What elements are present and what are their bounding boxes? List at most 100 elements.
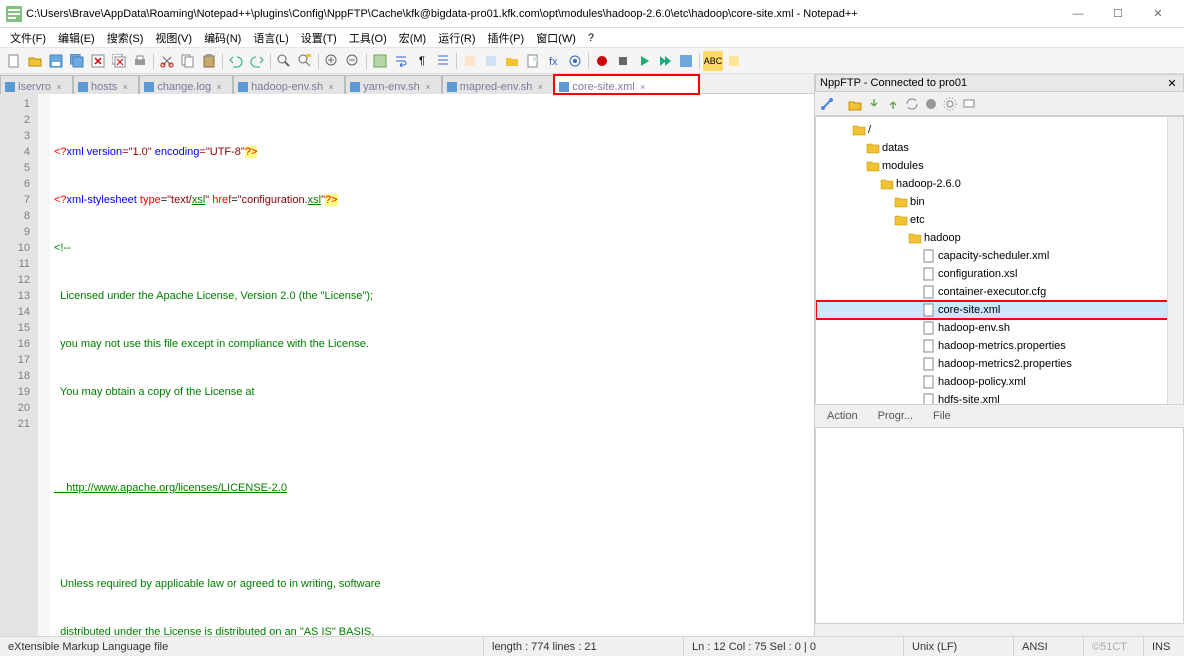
- doc-map-icon[interactable]: [523, 51, 543, 71]
- panel-close-icon[interactable]: ✕: [1165, 77, 1179, 90]
- print-icon[interactable]: [130, 51, 150, 71]
- open-file-icon[interactable]: [25, 51, 45, 71]
- tree-file[interactable]: capacity-scheduler.xml: [816, 247, 1183, 265]
- menu-item[interactable]: 设置(T): [295, 28, 343, 48]
- tree-file[interactable]: container-executor.cfg: [816, 283, 1183, 301]
- tb-icon-last[interactable]: [724, 51, 744, 71]
- file-tab[interactable]: change.log×: [139, 75, 233, 94]
- tree-file[interactable]: core-site.xml: [816, 301, 1183, 319]
- save-macro-icon[interactable]: [676, 51, 696, 71]
- tree-file[interactable]: hdfs-site.xml: [816, 391, 1183, 405]
- tree-file[interactable]: hadoop-metrics2.properties: [816, 355, 1183, 373]
- status-ins: INS: [1144, 637, 1184, 656]
- tab-close-icon[interactable]: ×: [326, 82, 336, 92]
- tab-file[interactable]: File: [927, 408, 957, 427]
- tab-close-icon[interactable]: ×: [120, 82, 130, 92]
- zoom-in-icon[interactable]: [322, 51, 342, 71]
- play-multi-icon[interactable]: [655, 51, 675, 71]
- zoom-out-icon[interactable]: [343, 51, 363, 71]
- replace-icon[interactable]: [295, 51, 315, 71]
- menu-item[interactable]: 搜索(S): [101, 28, 150, 48]
- func-list-icon[interactable]: fx: [544, 51, 564, 71]
- save-icon[interactable]: [46, 51, 66, 71]
- tree-folder[interactable]: etc: [816, 211, 1183, 229]
- tab-close-icon[interactable]: ×: [535, 82, 545, 92]
- menu-item[interactable]: 插件(P): [482, 28, 531, 48]
- stop-macro-icon[interactable]: [613, 51, 633, 71]
- save-all-icon[interactable]: [67, 51, 87, 71]
- close-all-icon[interactable]: [109, 51, 129, 71]
- file-tab[interactable]: core-site.xml ×: [554, 75, 698, 94]
- download-icon[interactable]: [866, 96, 882, 112]
- tree-folder[interactable]: hadoop-2.6.0: [816, 175, 1183, 193]
- menu-item[interactable]: 语言(L): [247, 28, 294, 48]
- tree-folder[interactable]: bin: [816, 193, 1183, 211]
- file-tab[interactable]: hadoop-env.sh×: [233, 75, 345, 94]
- tab-close-icon[interactable]: ×: [214, 82, 224, 92]
- find-icon[interactable]: [274, 51, 294, 71]
- maximize-button[interactable]: ☐: [1098, 1, 1138, 27]
- wordwrap-icon[interactable]: [391, 51, 411, 71]
- menu-item[interactable]: 视图(V): [149, 28, 198, 48]
- menu-item[interactable]: 运行(R): [432, 28, 481, 48]
- play-macro-icon[interactable]: [634, 51, 654, 71]
- tb-icon-5[interactable]: [460, 51, 480, 71]
- code-editor[interactable]: <?xml version="1.0" encoding="UTF-8"?> <…: [38, 94, 814, 636]
- folder-icon[interactable]: [502, 51, 522, 71]
- minimize-button[interactable]: —: [1058, 1, 1098, 27]
- menu-item[interactable]: 编码(N): [198, 28, 247, 48]
- watermark: ©51CT: [1084, 637, 1144, 656]
- menu-item[interactable]: 宏(M): [393, 28, 433, 48]
- tree-folder[interactable]: hadoop: [816, 229, 1183, 247]
- cut-icon[interactable]: [157, 51, 177, 71]
- tab-close-icon[interactable]: ×: [54, 82, 64, 92]
- tree-file[interactable]: configuration.xsl: [816, 265, 1183, 283]
- showall-icon[interactable]: ¶: [412, 51, 432, 71]
- close-button[interactable]: ✕: [1138, 1, 1178, 27]
- messages-icon[interactable]: [961, 96, 977, 112]
- tree-folder[interactable]: datas: [816, 139, 1183, 157]
- tree-folder[interactable]: modules: [816, 157, 1183, 175]
- ftp-tree[interactable]: /datasmoduleshadoop-2.6.0binetchadoopcap…: [815, 116, 1184, 405]
- file-tab[interactable]: lservro×: [0, 75, 73, 94]
- copy-icon[interactable]: [178, 51, 198, 71]
- tree-label: container-executor.cfg: [938, 286, 1046, 298]
- file-tab[interactable]: hosts×: [73, 75, 139, 94]
- upload-icon[interactable]: [847, 96, 863, 112]
- tab-close-icon[interactable]: ×: [423, 82, 433, 92]
- monitor-icon[interactable]: [565, 51, 585, 71]
- tree-folder[interactable]: /: [816, 121, 1183, 139]
- indent-guide-icon[interactable]: [433, 51, 453, 71]
- tree-scrollbar[interactable]: [1167, 117, 1183, 404]
- refresh-icon[interactable]: [904, 96, 920, 112]
- upload-file-icon[interactable]: [885, 96, 901, 112]
- spellcheck-icon[interactable]: ABC: [703, 51, 723, 71]
- tree-file[interactable]: hadoop-metrics.properties: [816, 337, 1183, 355]
- window-title: C:\Users\Brave\AppData\Roaming\Notepad++…: [26, 8, 858, 20]
- menu-item[interactable]: ?: [582, 30, 600, 46]
- record-macro-icon[interactable]: [592, 51, 612, 71]
- paste-icon[interactable]: [199, 51, 219, 71]
- tab-label: core-site.xml: [572, 81, 634, 93]
- menu-item[interactable]: 文件(F): [4, 28, 52, 48]
- close-file-icon[interactable]: [88, 51, 108, 71]
- undo-icon[interactable]: [226, 51, 246, 71]
- window-titlebar: C:\Users\Brave\AppData\Roaming\Notepad++…: [0, 0, 1184, 28]
- menu-item[interactable]: 工具(O): [343, 28, 393, 48]
- tree-file[interactable]: hadoop-policy.xml: [816, 373, 1183, 391]
- tab-close-icon[interactable]: ×: [638, 82, 648, 92]
- connect-icon[interactable]: [819, 96, 835, 112]
- file-tab[interactable]: mapred-env.sh×: [442, 75, 555, 94]
- tab-action[interactable]: Action: [821, 408, 864, 427]
- abort-icon[interactable]: [923, 96, 939, 112]
- menu-item[interactable]: 编辑(E): [52, 28, 101, 48]
- new-file-icon[interactable]: [4, 51, 24, 71]
- redo-icon[interactable]: [247, 51, 267, 71]
- menu-item[interactable]: 窗口(W): [530, 28, 582, 48]
- tb-icon-1[interactable]: [370, 51, 390, 71]
- file-tab[interactable]: yarn-env.sh×: [345, 75, 442, 94]
- settings-icon[interactable]: [942, 96, 958, 112]
- tb-icon-6[interactable]: [481, 51, 501, 71]
- tab-progress[interactable]: Progr...: [872, 408, 919, 427]
- tree-file[interactable]: hadoop-env.sh: [816, 319, 1183, 337]
